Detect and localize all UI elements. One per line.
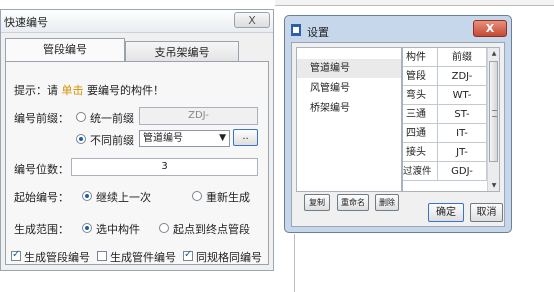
gen-fitting-checkbox[interactable] xyxy=(97,251,107,261)
close-icon: X xyxy=(248,14,256,27)
selected-parts-label: 选中构件 xyxy=(96,223,140,236)
table-cell-part[interactable]: 弯头 xyxy=(403,86,438,105)
pipe-numbering-panel: 提示：请 单击 要编号的构件！ 编号前缀： 统一前缀 ZDJ- 不同前缀 管道编… xyxy=(5,61,269,265)
hint-suffix: 要编号的构件！ xyxy=(87,84,164,97)
range-label: 生成范围： xyxy=(14,223,69,236)
settings-body: 管道编号 风管编号 桥架编号 构件 前缀 管段 ZDJ- 弯头 WT- 三通 S… xyxy=(291,42,505,227)
rename-button[interactable]: 重命名 xyxy=(337,194,369,211)
uniform-prefix-input[interactable]: ZDJ- xyxy=(139,107,258,125)
dialog-title: 快速编号 xyxy=(4,16,48,29)
grip-icon xyxy=(492,110,497,117)
table-cell-prefix[interactable]: IT- xyxy=(438,124,487,143)
table-cell-prefix[interactable]: WT- xyxy=(438,86,487,105)
different-prefix-radio[interactable] xyxy=(76,134,86,144)
table-cell-prefix[interactable]: ST- xyxy=(438,105,487,124)
uniform-prefix-radio[interactable] xyxy=(76,112,86,122)
prefix-type-select[interactable]: 管道编号 ▼ xyxy=(139,130,230,147)
close-button[interactable]: X xyxy=(234,12,270,28)
tab-hanger-numbering[interactable]: 支吊架编号 xyxy=(125,41,239,63)
prefix-settings-button[interactable]: .. xyxy=(233,129,258,146)
gen-fitting-label: 生成管件编号 xyxy=(110,251,176,264)
uniform-prefix-label: 统一前缀 xyxy=(90,112,134,125)
table-cell-part[interactable]: 管段 xyxy=(403,67,438,86)
regenerate-label: 重新生成 xyxy=(206,191,250,204)
start-end-label: 起点到终点管段 xyxy=(173,223,250,236)
background-window-edge xyxy=(275,0,554,6)
column-header-part: 构件 xyxy=(403,48,438,67)
hint-text: 提示：请 单击 要编号的构件！ xyxy=(14,82,164,98)
app-icon xyxy=(291,24,301,36)
gen-pipe-label: 生成管段编号 xyxy=(24,251,90,264)
background-divider xyxy=(294,234,295,292)
quick-numbering-dialog: 快速编号 X 管段编号 支吊架编号 提示：请 单击 要编号的构件！ 编号前缀： … xyxy=(0,9,274,271)
table-cell-prefix[interactable]: ZDJ- xyxy=(438,67,487,86)
start-end-radio[interactable] xyxy=(159,223,169,233)
delete-button[interactable]: 删除 xyxy=(375,194,399,211)
table-cell-part[interactable]: 四通 xyxy=(403,124,438,143)
selected-parts-radio[interactable] xyxy=(82,223,92,233)
table-cell-part[interactable]: 接头 xyxy=(403,143,438,162)
hint-highlight: 单击 xyxy=(61,84,84,97)
regenerate-radio[interactable] xyxy=(192,191,202,201)
tab-pipe-numbering[interactable]: 管段编号 xyxy=(5,38,125,62)
settings-close-button[interactable]: X xyxy=(473,20,507,37)
continue-radio[interactable] xyxy=(82,191,92,201)
continue-label: 继续上一次 xyxy=(96,191,151,204)
hint-prefix: 提示：请 xyxy=(14,84,58,97)
category-item-tray[interactable]: 桥架编号 xyxy=(297,99,401,118)
same-spec-label: 同规格同编号 xyxy=(196,251,262,264)
gen-pipe-checkbox[interactable] xyxy=(11,249,21,261)
digits-input[interactable]: 3 xyxy=(71,158,258,176)
prefix-type-value: 管道编号 xyxy=(143,133,183,144)
table-cell-part[interactable]: 过渡件 xyxy=(403,162,438,181)
ok-button[interactable]: 确定 xyxy=(428,203,464,222)
scroll-up-icon[interactable]: ▲ xyxy=(488,48,499,59)
settings-dialog: 设置 X 管道编号 风管编号 桥架编号 构件 前缀 管段 ZDJ- 弯头 WT-… xyxy=(284,15,512,233)
prefix-label: 编号前缀： xyxy=(14,112,69,125)
start-label: 起始编号： xyxy=(14,191,69,204)
cancel-button[interactable]: 取消 xyxy=(470,203,503,222)
copy-button[interactable]: 复制 xyxy=(304,194,330,211)
column-header-prefix: 前缀 xyxy=(438,48,487,67)
digits-label: 编号位数： xyxy=(14,163,69,176)
different-prefix-label: 不同前缀 xyxy=(90,134,134,147)
scroll-down-icon[interactable]: ▼ xyxy=(488,180,499,191)
prefix-table: 构件 前缀 管段 ZDJ- 弯头 WT- 三通 ST- 四通 IT- 接头 JT… xyxy=(402,47,500,192)
scroll-thumb[interactable] xyxy=(489,61,498,162)
category-item-duct[interactable]: 风管编号 xyxy=(297,79,401,98)
close-icon: X xyxy=(485,22,495,35)
settings-title: 设置 xyxy=(307,26,329,39)
same-spec-checkbox[interactable] xyxy=(183,249,193,261)
table-cell-prefix[interactable]: JT- xyxy=(438,143,487,162)
table-cell-prefix[interactable]: GDJ- xyxy=(438,162,487,181)
table-cell-part[interactable]: 三通 xyxy=(403,105,438,124)
category-list: 管道编号 风管编号 桥架编号 xyxy=(296,47,402,192)
category-item-pipe[interactable]: 管道编号 xyxy=(297,59,401,78)
table-scrollbar[interactable]: ▲ ▼ xyxy=(487,48,499,191)
quick-numbering-titlebar[interactable]: 快速编号 X xyxy=(1,10,273,33)
chevron-down-icon: ▼ xyxy=(219,133,226,143)
